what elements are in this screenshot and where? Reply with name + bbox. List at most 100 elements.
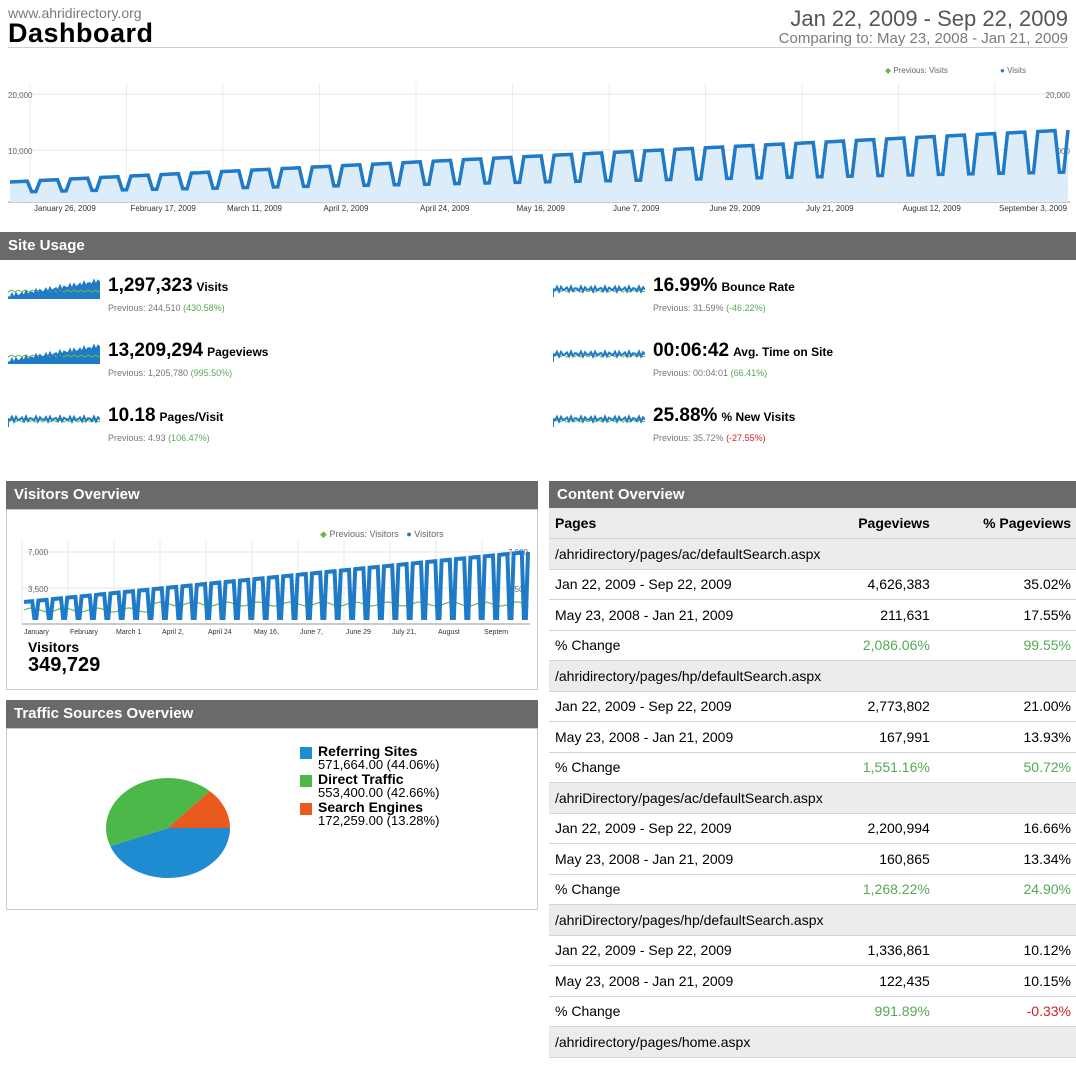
table-row: Jan 22, 2009 - Sep 22, 2009 4,626,383 35.0… [549, 569, 1076, 600]
pages-per-visit-previous-value: Previous: 4.93 [108, 433, 166, 443]
row-label: May 23, 2008 - Jan 21, 2009 [549, 965, 818, 997]
row-percent: 13.34% [935, 843, 1076, 875]
metric-pages-per-visit[interactable]: 10.18 Pages/Visit Previous: 4.93 (106.47%) [8, 405, 488, 459]
page-row[interactable]: /ahriDirectory/pages/ac/defaultSearch.as… [549, 782, 1076, 814]
page-row[interactable]: /ahriDirectory/pages/hp/defaultSearch.as… [549, 904, 1076, 936]
row-label: % Change [549, 874, 818, 905]
row-percent: 16.66% [935, 813, 1076, 844]
x-axis-label: May 16, 2009 [517, 204, 566, 213]
visits-change: (430.58%) [183, 303, 225, 313]
bounce-rate-previous: Previous: 31.59% (-46.22%) [653, 303, 766, 313]
legend-previous-visitors: Previous: Visitors [329, 529, 399, 539]
x-axis-label: June 29 [346, 629, 371, 636]
x-axis-label: July 21, 2009 [806, 204, 854, 213]
row-pageviews: 2,200,994 [817, 813, 936, 844]
x-axis-label: August [438, 629, 460, 636]
row-pageviews: 160,865 [817, 843, 936, 875]
page-path[interactable]: /ahridirectory/pages/hp/defaultSearch.as… [549, 660, 1076, 692]
table-row: % Change 2,086.06% 99.55% [549, 630, 1076, 661]
visitors-label: Visitors [28, 639, 80, 655]
site-usage-header[interactable]: Site Usage [0, 232, 1076, 260]
bounce-rate-value: 16.99% [653, 275, 718, 296]
avg-time-on-site-previous-value: Previous: 00:04:01 [653, 368, 729, 378]
traffic-sources-pie-chart[interactable] [100, 760, 240, 900]
pageviews-sparkline [8, 343, 100, 364]
visitors-overview-header[interactable]: Visitors Overview [6, 481, 538, 509]
legend-direct-traffic[interactable]: Direct Traffic 553,400.00 (42.66%) [300, 772, 439, 799]
row-pageviews: 991.89% [817, 996, 936, 1027]
new-visits-previous: Previous: 35.72% (-27.55%) [653, 433, 766, 443]
visits-value-line: 1,297,323 Visits [108, 275, 228, 297]
metric-bounce-rate[interactable]: 16.99% Bounce Rate Previous: 31.59% (-46.2… [553, 275, 1033, 329]
new-visits-value: 25.88% [653, 405, 718, 426]
metric-avg-time-on-site[interactable]: 00:06:42 Avg. Time on Site Previous: 00:04… [553, 340, 1033, 394]
legend-search-engines[interactable]: Search Engines 172,259.00 (13.28%) [300, 800, 439, 827]
row-label: May 23, 2008 - Jan 21, 2009 [549, 843, 818, 875]
avg-time-on-site-label: Avg. Time on Site [733, 345, 834, 359]
bounce-rate-label: Bounce Rate [721, 280, 795, 294]
legend-visits: ● Visits [1000, 66, 1026, 75]
page-path[interactable]: /ahriDirectory/pages/ac/defaultSearch.as… [549, 782, 1076, 814]
avg-time-on-site-previous: Previous: 00:04:01 (66.41%) [653, 368, 767, 378]
row-pageviews: 4,626,383 [817, 569, 936, 600]
x-axis-label: March 11, 2009 [227, 204, 283, 213]
referring-sites-value: 571,664.00 (44.06%) [318, 757, 440, 772]
page-path[interactable]: /ahridirectory/pages/home.aspx [549, 1026, 1076, 1058]
col-percent-pageviews[interactable]: % Pageviews [935, 508, 1076, 539]
page-row[interactable]: /ahridirectory/pages/ac/defaultSearch.as… [549, 538, 1076, 570]
visitors-line-chart[interactable]: 7,000 3,500 7,000 3,500 January February M… [12, 540, 532, 640]
row-label: Jan 22, 2009 - Sep 22, 2009 [549, 813, 818, 844]
pages-per-visit-previous: Previous: 4.93 (106.47%) [108, 433, 210, 443]
table-row: May 23, 2008 - Jan 21, 2009 160,865 13.34% [549, 843, 1076, 875]
row-percent: 13.93% [935, 721, 1076, 753]
table-row: % Change 1,268.22% 24.90% [549, 874, 1076, 905]
pageviews-previous: Previous: 1,205,780 (995.50%) [108, 368, 232, 378]
row-pageviews: 1,551.16% [817, 752, 936, 783]
page-path[interactable]: /ahridirectory/pages/ac/defaultSearch.as… [549, 538, 1076, 570]
visits-previous: Previous: 244,510 (430.58%) [108, 303, 225, 313]
row-percent: 21.00% [935, 691, 1076, 722]
row-label: Jan 22, 2009 - Sep 22, 2009 [549, 569, 818, 600]
row-percent: 50.72% [935, 752, 1076, 783]
metric-pageviews[interactable]: 13,209,294 Pageviews Previous: 1,205,780 (… [8, 340, 488, 394]
bounce-rate-previous-value: Previous: 31.59% [653, 303, 724, 313]
pageviews-change: (995.50%) [190, 368, 233, 378]
row-pageviews: 122,435 [817, 965, 936, 997]
table-row: Jan 22, 2009 - Sep 22, 2009 1,336,861 10.1… [549, 935, 1076, 966]
x-axis-label: March 1 [116, 629, 141, 636]
table-row: % Change 991.89% -0.33% [549, 996, 1076, 1027]
legend-referring-sites[interactable]: Referring Sites 571,664.00 (44.06%) [300, 744, 440, 772]
traffic-sources-header[interactable]: Traffic Sources Overview [6, 700, 538, 728]
row-pageviews: 211,631 [817, 599, 936, 631]
content-overview-header[interactable]: Content Overview [549, 481, 1076, 509]
visits-line-chart[interactable]: ◆ Previous: Visits ● Visits 20,000 10,00… [0, 58, 1076, 218]
x-axis-label: April 2, [162, 629, 184, 636]
avg-time-on-site-value-line: 00:06:42 Avg. Time on Site [653, 340, 833, 362]
page-row[interactable]: /ahridirectory/pages/hp/defaultSearch.as… [549, 660, 1076, 692]
page-path[interactable]: /ahriDirectory/pages/hp/defaultSearch.as… [549, 904, 1076, 936]
col-pages[interactable]: Pages [549, 508, 818, 539]
x-axis-label: June 7, [300, 629, 323, 636]
x-axis-label: July 21, [392, 629, 416, 636]
x-axis-label: February [70, 629, 99, 636]
row-label: May 23, 2008 - Jan 21, 2009 [549, 599, 818, 631]
page-row[interactable]: /ahridirectory/pages/home.aspx [549, 1026, 1076, 1058]
pages-per-visit-sparkline [8, 413, 100, 427]
table-row: % Change 1,551.16% 50.72% [549, 752, 1076, 783]
row-label: May 23, 2008 - Jan 21, 2009 [549, 721, 818, 753]
metric-visits[interactable]: 1,297,323 Visits Previous: 244,510 (430.58… [8, 275, 488, 329]
visitors-y-max: 7,000 [28, 548, 49, 557]
y-axis-max-right-label: 20,000 [1046, 91, 1071, 100]
row-pageviews: 2,086.06% [817, 630, 936, 661]
row-pageviews: 2,773,802 [817, 691, 936, 722]
avg-time-on-site-change: (66.41%) [730, 368, 768, 378]
new-visits-previous-value: Previous: 35.72% [653, 433, 724, 443]
metric-new-visits[interactable]: 25.88%% New Visits Previous: 35.72% (-27.… [553, 405, 1033, 459]
date-range-selector[interactable]: Jan 22, 2009 - Sep 22, 2009 [790, 6, 1068, 32]
x-axis-label: Septem [484, 629, 508, 636]
row-percent: 35.02% [935, 569, 1076, 600]
col-pageviews[interactable]: Pageviews [817, 508, 936, 539]
visits-sparkline [8, 278, 100, 299]
x-axis-label: April 24, 2009 [420, 204, 470, 213]
legend-visitors: Visitors [414, 529, 444, 539]
